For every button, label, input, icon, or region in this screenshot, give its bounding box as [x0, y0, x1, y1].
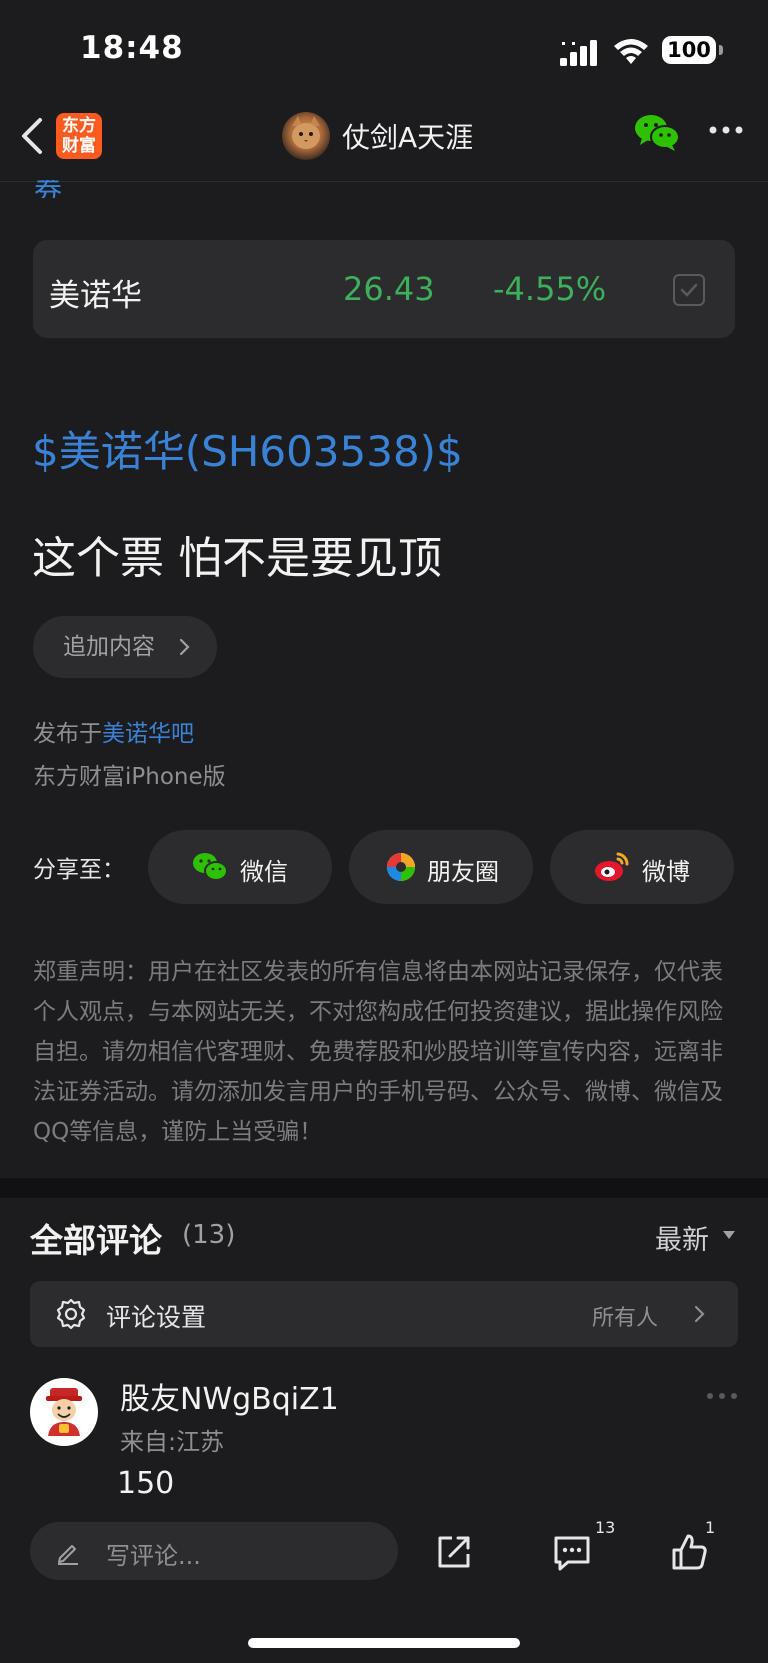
status-time: 18:48	[80, 30, 184, 66]
comments-title: 全部评论	[30, 1221, 162, 1260]
sort-dropdown[interactable]: 最新	[655, 1218, 709, 1257]
logo-text-line2: 财富	[62, 136, 96, 156]
weibo-icon	[595, 852, 629, 881]
logo-text-line1: 东方	[62, 116, 96, 136]
comment-count-badge: 13	[595, 1518, 616, 1537]
comment-settings-label: 评论设置	[106, 1303, 207, 1332]
commenter-avatar[interactable]	[30, 1378, 98, 1446]
stock-name: 美诺华	[49, 278, 142, 314]
author-name[interactable]: 仗剑A天涯	[342, 116, 473, 156]
pencil-icon	[58, 1545, 78, 1565]
status-bar: 18:48 100	[0, 0, 768, 100]
stock-quote-card[interactable]: 美诺华 26.43 -4.55%	[33, 240, 735, 338]
share-moments-button[interactable]: 朋友圈	[349, 830, 533, 904]
add-content-label: 追加内容	[63, 634, 155, 660]
wechat-icon	[193, 853, 228, 881]
published-in: 发布于美诺华吧	[33, 714, 194, 748]
gear-icon	[56, 1298, 86, 1330]
comments-count: (13)	[182, 1220, 236, 1250]
fortune-god-avatar-icon	[46, 1388, 82, 1436]
section-divider	[0, 1178, 768, 1198]
comment-more-icon[interactable]	[706, 1392, 738, 1400]
chevron-right-icon	[694, 1305, 705, 1323]
share-moments-label: 朋友圈	[427, 858, 499, 886]
add-watchlist-checkbox[interactable]	[673, 274, 705, 306]
stock-tag-link[interactable]: $美诺华(SH603538)$	[32, 418, 463, 479]
comment-settings-row[interactable]: 评论设置 所有人	[30, 1281, 738, 1347]
share-weibo-button[interactable]: 微博	[550, 830, 734, 904]
post-content: 这个票 怕不是要见顶	[32, 533, 442, 584]
comment-text: 150	[117, 1466, 175, 1501]
home-indicator	[248, 1638, 520, 1648]
moments-icon	[387, 853, 415, 881]
disclaimer-text: 郑重声明：用户在社区发表的所有信息将由本网站记录保存，仅代表个人观点，与本网站无…	[33, 959, 723, 1145]
comment-settings-value: 所有人	[592, 1306, 659, 1331]
wechat-share-icon[interactable]	[634, 112, 680, 152]
app-logo[interactable]: 东方 财富	[56, 113, 102, 159]
stock-change: -4.55%	[493, 270, 607, 308]
bar-link[interactable]: 美诺华吧	[102, 721, 194, 747]
nav-bar: 东方 财富 仗剑A天涯	[0, 100, 768, 182]
author-avatar[interactable]	[282, 112, 330, 160]
more-icon[interactable]	[708, 124, 744, 136]
share-wechat-label: 微信	[240, 858, 288, 886]
check-icon	[680, 283, 698, 297]
cellular-signal-icon	[560, 40, 597, 66]
commenter-location: 来自:江苏	[120, 1428, 225, 1456]
comment-icon[interactable]	[550, 1530, 594, 1574]
back-arrow-icon[interactable]	[14, 114, 52, 158]
add-content-button[interactable]: 追加内容	[33, 616, 217, 678]
share-icon[interactable]	[432, 1530, 476, 1574]
bottom-action-bar: 写评论... 13 1	[0, 1508, 768, 1663]
like-count-badge: 1	[705, 1518, 716, 1537]
chevron-right-icon	[179, 638, 190, 656]
write-comment-placeholder: 写评论...	[106, 1542, 201, 1570]
commenter-name[interactable]: 股友NWgBqiZ1	[120, 1374, 339, 1418]
published-prefix: 发布于	[33, 721, 102, 747]
cat-avatar-icon	[292, 116, 320, 149]
caret-down-icon[interactable]	[722, 1230, 736, 1240]
wifi-icon	[614, 39, 648, 64]
share-label: 分享至：	[33, 857, 125, 883]
share-weibo-label: 微博	[642, 858, 690, 886]
battery-indicator: 100	[662, 36, 723, 64]
write-comment-input[interactable]: 写评论...	[30, 1522, 398, 1580]
stock-price: 26.43	[343, 270, 435, 308]
device-source: 东方财富iPhone版	[33, 764, 226, 790]
share-wechat-button[interactable]: 微信	[148, 830, 332, 904]
